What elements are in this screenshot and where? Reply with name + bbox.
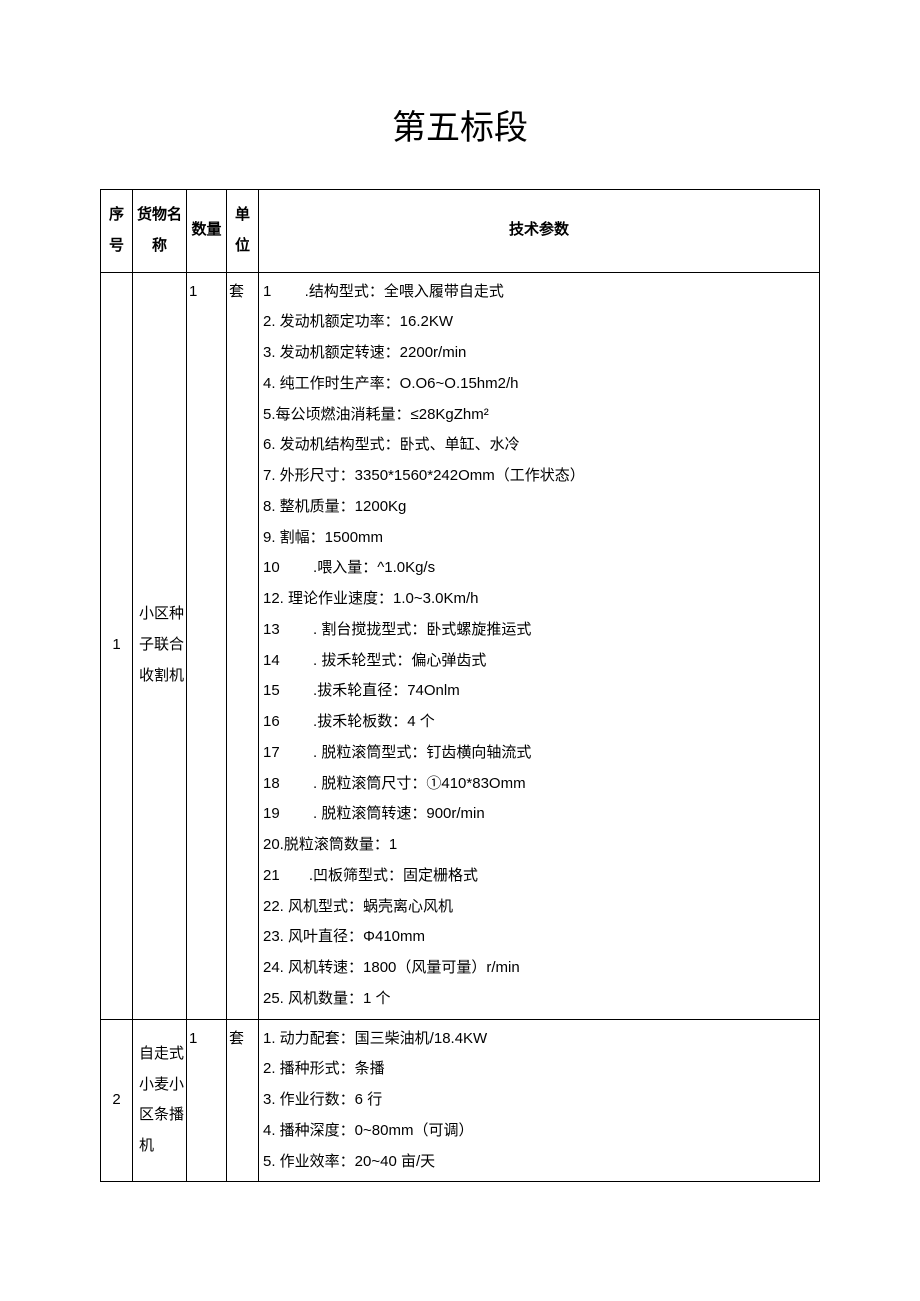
cell-unit: 套 — [227, 1019, 259, 1182]
spec-line: 17 . 脱粒滚筒型式：钉齿横向轴流式 — [263, 738, 817, 769]
spec-line: 5. 作业效率：20~40 亩/天 — [263, 1147, 817, 1178]
cell-qty: 1 — [187, 1019, 227, 1182]
spec-line: 3. 作业行数：6 行 — [263, 1085, 817, 1116]
spec-line: 13 . 割台搅拢型式：卧式螺旋推运式 — [263, 615, 817, 646]
cell-qty: 1 — [187, 272, 227, 1019]
spec-line: 23. 风叶直径：Φ410mm — [263, 922, 817, 953]
spec-line: 21 .凹板筛型式：固定栅格式 — [263, 861, 817, 892]
header-qty: 数量 — [187, 190, 227, 273]
header-spec: 技术参数 — [259, 190, 820, 273]
spec-line: 4. 纯工作时生产率：O.O6~O.15hm2/h — [263, 369, 817, 400]
cell-spec: 1. 动力配套：国三柴油机/18.4KW2. 播种形式：条播3. 作业行数：6 … — [259, 1019, 820, 1182]
spec-line: 2. 播种形式：条播 — [263, 1054, 817, 1085]
spec-line: 18 . 脱粒滚筒尺寸：①410*83Omm — [263, 769, 817, 800]
spec-line: 8. 整机质量：1200Kg — [263, 492, 817, 523]
cell-seq: 1 — [101, 272, 133, 1019]
cell-spec: 1 .结构型式：全喂入履带自走式2. 发动机额定功率：16.2KW3. 发动机额… — [259, 272, 820, 1019]
spec-line: 20.脱粒滚筒数量：1 — [263, 830, 817, 861]
spec-table: 序号 货物名称 数量 单位 技术参数 1 小区种子联合收割机 1 套 1 .结构… — [100, 189, 820, 1182]
cell-name: 自走式小麦小区条播机 — [133, 1019, 187, 1182]
spec-line: 16 .拔禾轮板数：4 个 — [263, 707, 817, 738]
spec-line: 2. 发动机额定功率：16.2KW — [263, 307, 817, 338]
spec-line: 15 .拔禾轮直径：74Onlm — [263, 676, 817, 707]
spec-line: 1. 动力配套：国三柴油机/18.4KW — [263, 1024, 817, 1055]
cell-seq: 2 — [101, 1019, 133, 1182]
spec-line: 14 . 拔禾轮型式：偏心弹齿式 — [263, 646, 817, 677]
spec-line: 10 .喂入量：^1.0Kg/s — [263, 553, 817, 584]
spec-line: 25. 风机数量：1 个 — [263, 984, 817, 1015]
spec-line: 6. 发动机结构型式：卧式、单缸、水冷 — [263, 430, 817, 461]
header-name: 货物名称 — [133, 190, 187, 273]
table-row: 1 小区种子联合收割机 1 套 1 .结构型式：全喂入履带自走式2. 发动机额定… — [101, 272, 820, 1019]
spec-line: 24. 风机转速：1800（风量可量）r/min — [263, 953, 817, 984]
cell-unit: 套 — [227, 272, 259, 1019]
table-header-row: 序号 货物名称 数量 单位 技术参数 — [101, 190, 820, 273]
spec-line: 4. 播种深度：0~80mm（可调） — [263, 1116, 817, 1147]
spec-line: 12. 理论作业速度：1.0~3.0Km/h — [263, 584, 817, 615]
header-unit: 单位 — [227, 190, 259, 273]
spec-line: 7. 外形尺寸：3350*1560*242Omm（工作状态） — [263, 461, 817, 492]
spec-line: 3. 发动机额定转速：2200r/min — [263, 338, 817, 369]
cell-name: 小区种子联合收割机 — [133, 272, 187, 1019]
table-row: 2 自走式小麦小区条播机 1 套 1. 动力配套：国三柴油机/18.4KW2. … — [101, 1019, 820, 1182]
header-seq: 序号 — [101, 190, 133, 273]
spec-line: 19 . 脱粒滚筒转速：900r/min — [263, 799, 817, 830]
spec-line: 9. 割幅：1500mm — [263, 523, 817, 554]
page-title: 第五标段 — [100, 100, 820, 149]
spec-line: 1 .结构型式：全喂入履带自走式 — [263, 277, 817, 308]
spec-line: 5.每公顷燃油消耗量：≤28KgZhm² — [263, 400, 817, 431]
spec-line: 22. 风机型式：蜗壳离心风机 — [263, 892, 817, 923]
